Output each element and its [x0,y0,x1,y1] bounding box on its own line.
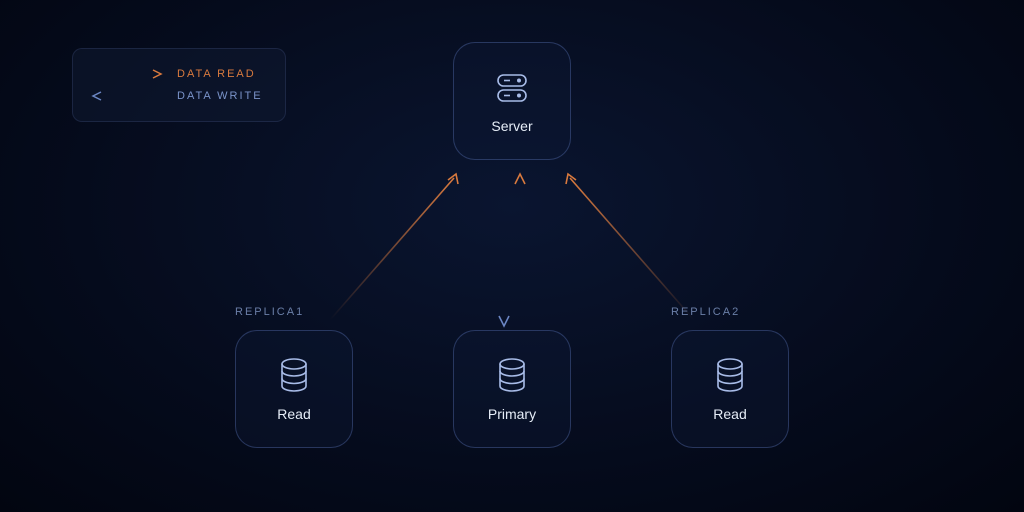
replica1-node: Read [235,330,353,448]
legend-row-read: DATA READ [91,63,263,85]
legend-read-label: DATA READ [177,68,256,80]
legend-read-arrow-icon [91,67,163,81]
database-icon [712,356,748,396]
primary-label: Primary [488,406,536,422]
database-icon [494,356,530,396]
server-label: Server [491,118,532,134]
primary-node: Primary [453,330,571,448]
server-node: Server [453,42,571,160]
replica2-sublabel: REPLICA2 [671,306,740,318]
server-icon [492,68,532,108]
legend-row-write: DATA WRITE [91,85,263,107]
arrow-replica1-server [330,178,454,320]
replica2-node: Read [671,330,789,448]
legend-write-label: DATA WRITE [177,90,263,102]
replica1-sublabel: REPLICA1 [235,306,304,318]
legend: DATA READ DATA WRITE [72,48,286,122]
legend-write-arrow-icon [91,89,163,103]
arrow-replica2-server [570,178,694,320]
replica1-label: Read [277,406,310,422]
database-icon [276,356,312,396]
replica2-label: Read [713,406,746,422]
